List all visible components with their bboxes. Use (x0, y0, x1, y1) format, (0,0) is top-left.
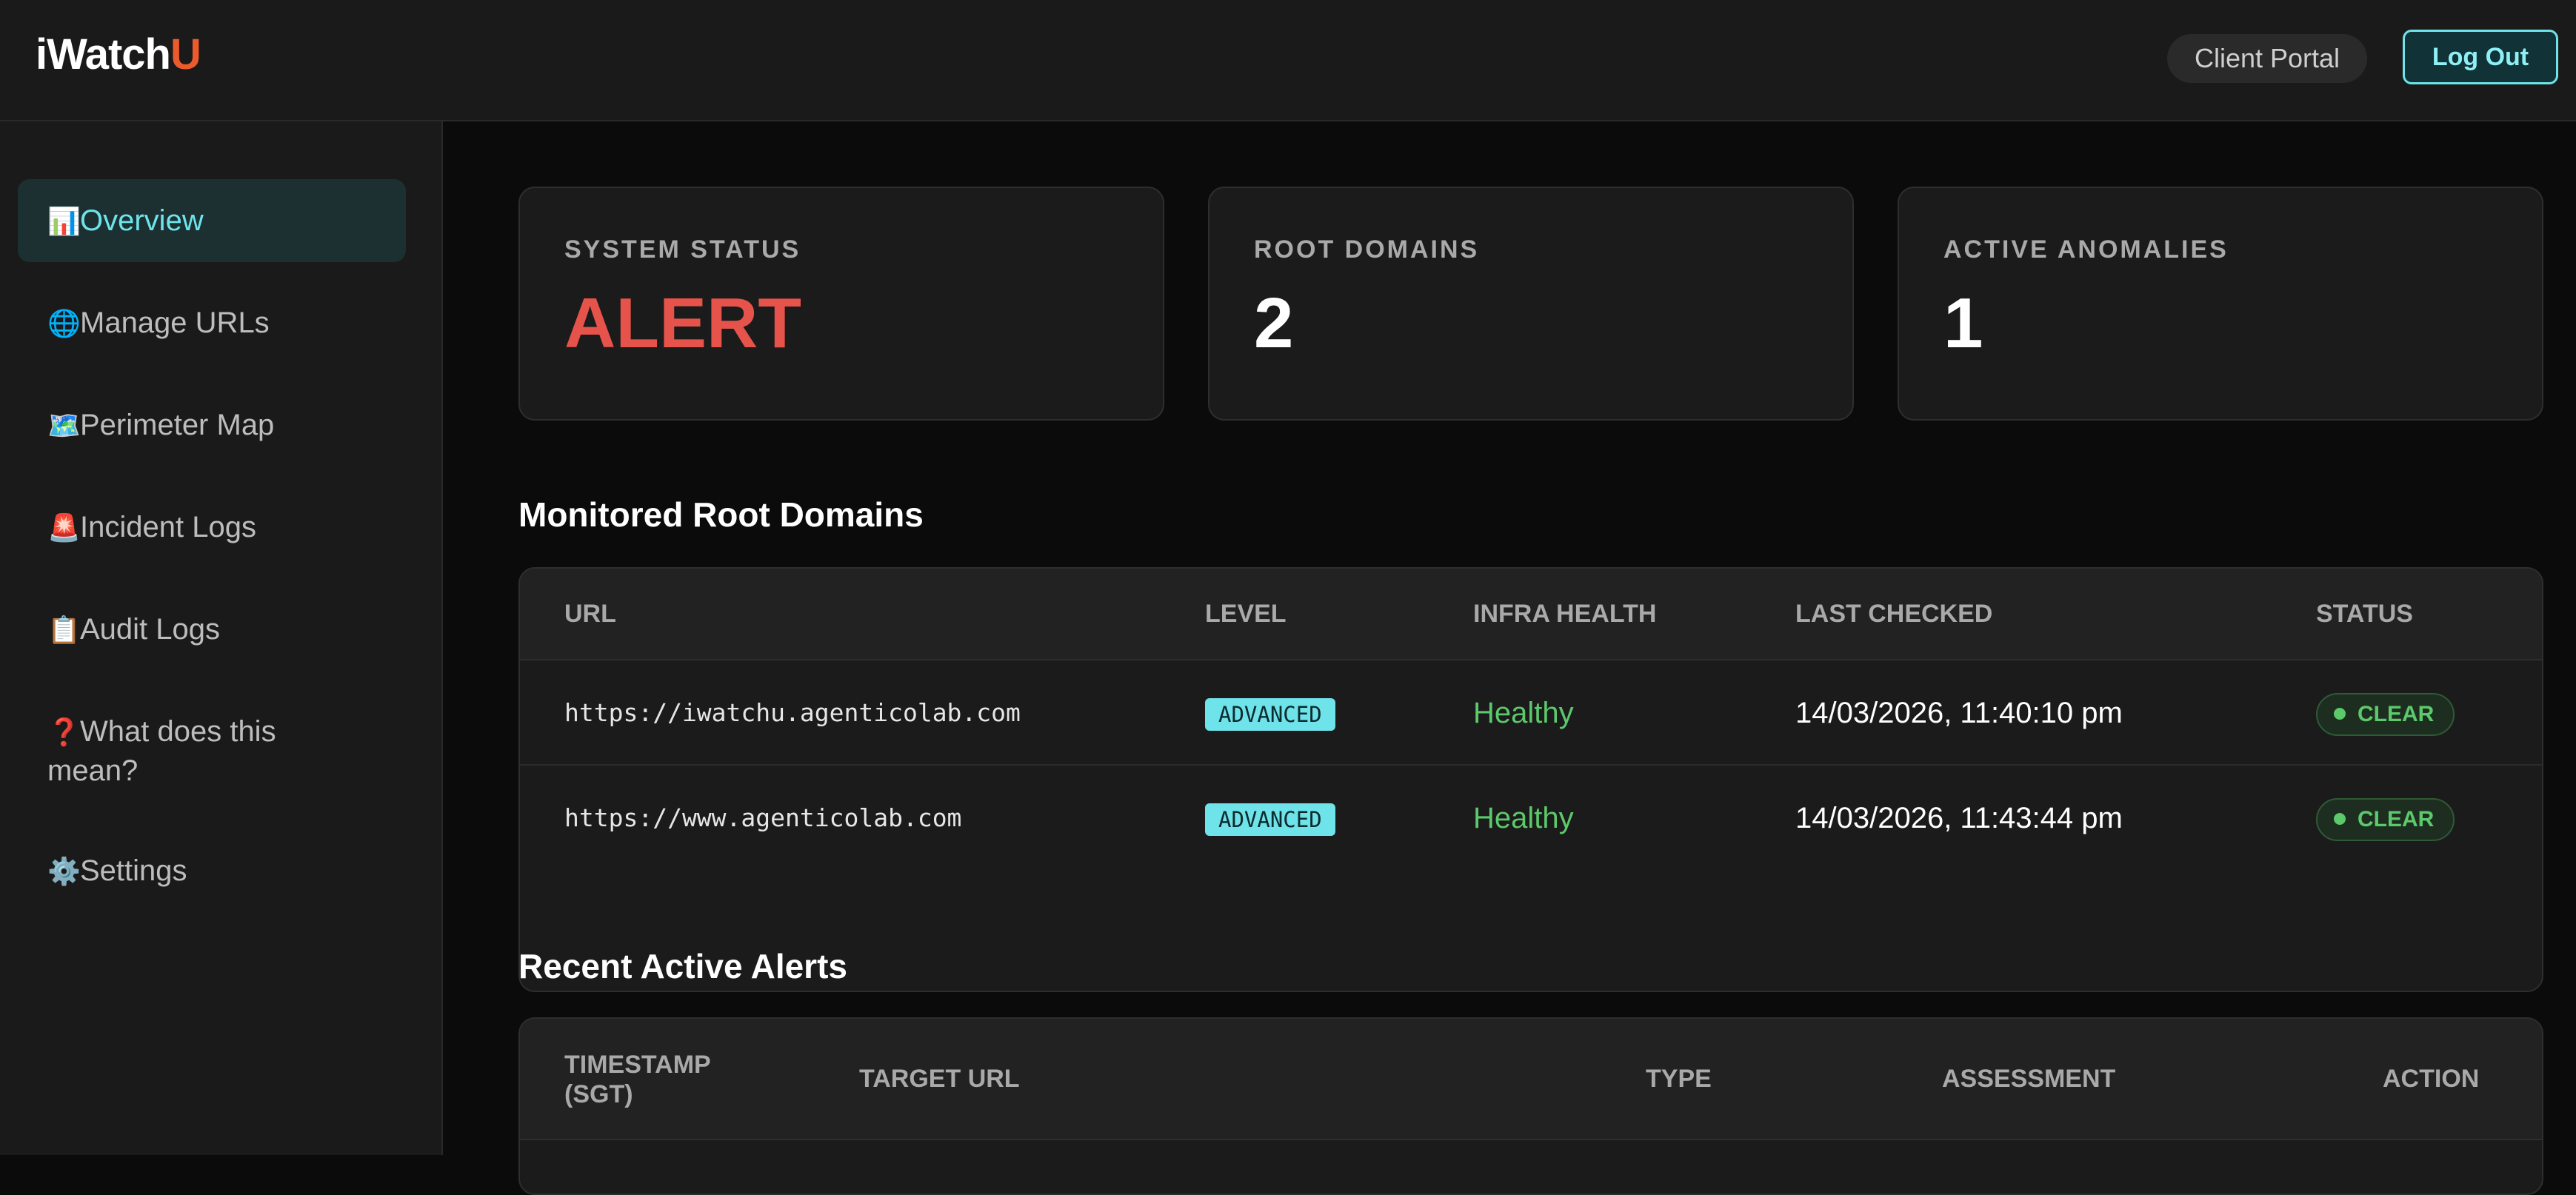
question-mark-icon: ❓ (47, 717, 81, 747)
log-out-button[interactable]: Log Out (2403, 30, 2558, 84)
bar-chart-icon: 📊 (47, 206, 81, 236)
table-header: TIMESTAMP (SGT) TARGET URL TYPE ASSESSME… (520, 1019, 2542, 1140)
logo-accent: U (170, 30, 201, 78)
status-cell: CLEAR (2316, 660, 2455, 766)
siren-icon: 🚨 (47, 512, 81, 543)
globe-icon: 🌐 (47, 308, 81, 338)
system-status-value: ALERT (564, 284, 801, 363)
monitored-domains-title: Monitored Root Domains (518, 495, 924, 534)
status-badge: CLEAR (2316, 693, 2455, 737)
status-cell: CLEAR (2316, 766, 2455, 871)
app-logo[interactable]: iWatchU (36, 30, 201, 79)
sidebar-item-what-does-this-mean[interactable]: ❓What does this mean? (18, 712, 366, 790)
infra-health-value: Healthy (1473, 802, 1574, 834)
status-dot-icon (2334, 812, 2346, 825)
infra-health-value: Healthy (1473, 697, 1574, 729)
main-content: SYSTEM STATUS ALERT ROOT DOMAINS 2 ACTIV… (444, 121, 2576, 1195)
row-url[interactable]: https://www.agenticolab.com (564, 766, 961, 871)
last-checked-value: 14/03/2026, 11:43:44 pm (1795, 802, 2123, 834)
clipboard-icon: 📋 (47, 615, 81, 645)
status-text: CLEAR (2358, 702, 2435, 727)
table-row[interactable]: https://iwatchu.agenticolab.com ADVANCED… (520, 660, 2542, 766)
stat-label: ACTIVE ANOMALIES (1943, 235, 2229, 264)
root-domains-value: 2 (1254, 284, 1294, 363)
sidebar-item-label: What does this mean? (47, 715, 276, 787)
active-anomalies-card: ACTIVE ANOMALIES 1 (1898, 187, 2543, 421)
sidebar-item-overview[interactable]: 📊Overview (18, 179, 406, 262)
column-header-action[interactable]: ACTION (2383, 1065, 2479, 1094)
column-header-last-checked[interactable]: LAST CHECKED (1795, 600, 1992, 629)
top-bar: iWatchU Client Portal Log Out (0, 0, 2576, 121)
stat-label: SYSTEM STATUS (564, 235, 801, 264)
status-badge: CLEAR (2316, 798, 2455, 842)
gear-icon: ⚙️ (47, 856, 81, 886)
recent-alerts-title: Recent Active Alerts (518, 947, 847, 985)
system-status-card: SYSTEM STATUS ALERT (518, 187, 1164, 421)
sidebar-item-settings[interactable]: ⚙️Settings (18, 851, 406, 891)
column-header-assessment[interactable]: ASSESSMENT (1942, 1065, 2115, 1094)
level-cell: ADVANCED (1205, 660, 1335, 766)
sidebar-item-audit-logs[interactable]: 📋Audit Logs (18, 610, 406, 649)
logo-text: iWatch (36, 30, 171, 78)
sidebar-item-perimeter-map[interactable]: 🗺️Perimeter Map (18, 406, 406, 445)
root-domains-card: ROOT DOMAINS 2 (1208, 187, 1854, 421)
sidebar-item-incident-logs[interactable]: 🚨Incident Logs (18, 508, 406, 547)
active-anomalies-value: 1 (1943, 284, 1983, 363)
table-header: URL LEVEL INFRA HEALTH LAST CHECKED STAT… (520, 569, 2542, 660)
map-icon: 🗺️ (47, 410, 81, 441)
stat-label: ROOT DOMAINS (1254, 235, 1480, 264)
sidebar-item-label: Audit Logs (80, 613, 221, 646)
last-checked-value: 14/03/2026, 11:40:10 pm (1795, 697, 2123, 729)
row-url[interactable]: https://iwatchu.agenticolab.com (564, 660, 1021, 766)
column-header-timestamp[interactable]: TIMESTAMP (SGT) (564, 1050, 742, 1109)
sidebar-item-manage-urls[interactable]: 🌐Manage URLs (18, 304, 406, 343)
column-header-level[interactable]: LEVEL (1205, 600, 1287, 629)
column-header-target-url[interactable]: TARGET URL (859, 1065, 1020, 1094)
column-header-status[interactable]: STATUS (2316, 600, 2413, 629)
column-header-url[interactable]: URL (564, 600, 616, 629)
monitored-domains-table: URL LEVEL INFRA HEALTH LAST CHECKED STAT… (518, 567, 2543, 992)
column-header-type[interactable]: TYPE (1646, 1065, 1712, 1094)
status-text: CLEAR (2358, 807, 2435, 832)
sidebar-item-label: Overview (80, 204, 204, 237)
sidebar-item-label: Settings (80, 854, 187, 887)
level-badge: ADVANCED (1205, 698, 1335, 732)
column-header-infra-health[interactable]: INFRA HEALTH (1473, 600, 1656, 629)
sidebar: 📊Overview 🌐Manage URLs 🗺️Perimeter Map 🚨… (0, 121, 443, 1155)
sidebar-item-label: Incident Logs (80, 511, 256, 543)
level-cell: ADVANCED (1205, 766, 1335, 871)
table-row[interactable]: https://www.agenticolab.com ADVANCED Hea… (520, 766, 2542, 871)
client-portal-button[interactable]: Client Portal (2167, 34, 2367, 83)
status-dot-icon (2334, 707, 2346, 720)
sidebar-item-label: Perimeter Map (80, 409, 275, 441)
recent-alerts-table: TIMESTAMP (SGT) TARGET URL TYPE ASSESSME… (518, 1017, 2543, 1195)
sidebar-item-label: Manage URLs (80, 307, 270, 339)
level-badge: ADVANCED (1205, 803, 1335, 837)
